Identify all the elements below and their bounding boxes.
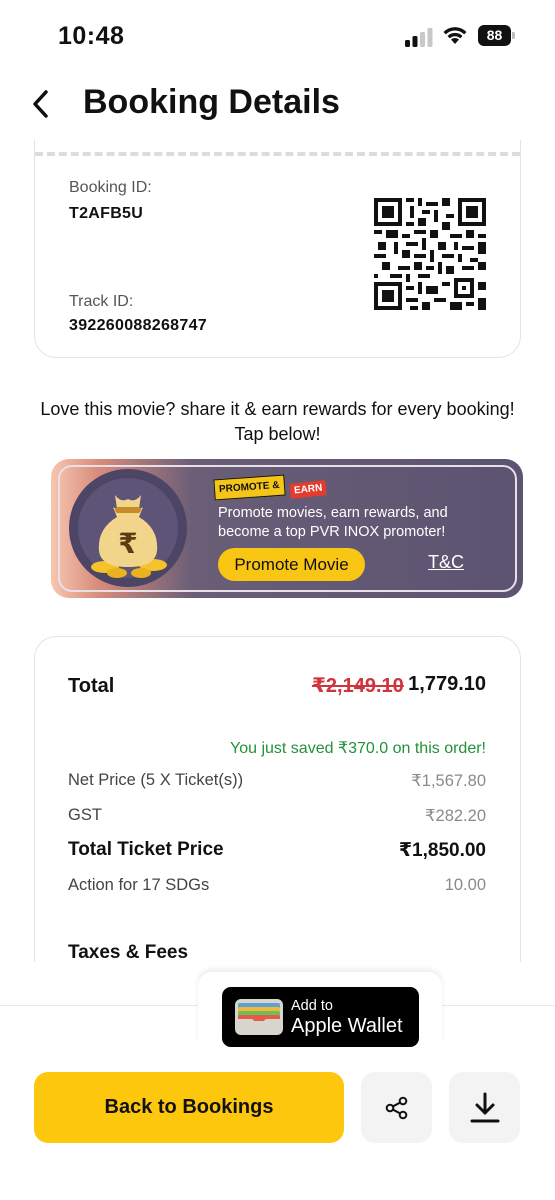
- booking-id-value: T2AFB5U: [69, 205, 144, 222]
- status-time: 10:48: [58, 22, 125, 50]
- download-icon: [470, 1092, 499, 1122]
- qr-code: [374, 198, 486, 310]
- back-arrow-icon[interactable]: [26, 86, 58, 122]
- total-label: Total: [68, 675, 115, 697]
- ticket-perforation: [35, 152, 520, 156]
- tnc-link[interactable]: T&C: [428, 552, 464, 573]
- gst-label: GST: [68, 806, 102, 824]
- booking-id-label: Booking ID:: [69, 179, 152, 196]
- track-id-label: Track ID:: [69, 293, 134, 310]
- battery-indicator: 88: [478, 25, 516, 46]
- battery-level: 88: [478, 25, 511, 46]
- net-price-label: Net Price (5 X Ticket(s)): [68, 771, 244, 789]
- status-bar: 10:48 88: [0, 0, 555, 70]
- page-title: Booking Details: [83, 83, 340, 121]
- banner-description: Promote movies, earn rewards, and become…: [218, 505, 448, 540]
- price-summary-card: Total ₹2,149.10 1,779.10 You just saved …: [34, 636, 521, 962]
- add-to-apple-wallet-button[interactable]: Add to Apple Wallet: [222, 987, 419, 1047]
- promote-banner[interactable]: ₹ PROMOTE & EARN Promote movies, earn re…: [51, 459, 523, 598]
- svg-text:₹: ₹: [118, 527, 137, 560]
- share-button[interactable]: [361, 1072, 432, 1143]
- promote-movie-button[interactable]: Promote Movie: [218, 548, 365, 581]
- cellular-signal-icon: [405, 28, 433, 47]
- back-to-bookings-button[interactable]: Back to Bookings: [34, 1072, 344, 1143]
- wallet-icon: [235, 999, 283, 1035]
- original-total: ₹2,149.10: [312, 675, 404, 697]
- ticket-card: Booking ID: T2AFB5U Track ID: 3922600882…: [34, 140, 521, 358]
- money-bag-icon: ₹: [69, 469, 187, 587]
- total-ticket-price-value: ₹1,850.00: [398, 840, 486, 861]
- download-button[interactable]: [449, 1072, 520, 1143]
- battery-tip: [512, 32, 515, 39]
- share-prompt-text: Love this movie? share it & earn rewards…: [40, 399, 515, 444]
- track-id-value: 392260088268747: [69, 317, 207, 334]
- savings-message: You just saved ₹370.0 on this order!: [230, 740, 486, 757]
- total-amount: 1,779.10: [408, 673, 486, 695]
- taxes-fees-heading[interactable]: Taxes & Fees: [68, 942, 188, 962]
- sdg-label: Action for 17 SDGs: [68, 876, 210, 894]
- wallet-big-text: Apple Wallet: [291, 1015, 403, 1037]
- wifi-icon: [443, 27, 467, 44]
- wallet-small-text: Add to: [291, 998, 333, 1014]
- total-ticket-price-label: Total Ticket Price: [68, 839, 224, 860]
- sdg-value: 10.00: [444, 876, 486, 894]
- gst-value: ₹282.20: [425, 807, 486, 825]
- share-icon: [385, 1096, 407, 1119]
- header: Booking Details: [0, 78, 555, 138]
- net-price-value: ₹1,567.80: [411, 772, 486, 790]
